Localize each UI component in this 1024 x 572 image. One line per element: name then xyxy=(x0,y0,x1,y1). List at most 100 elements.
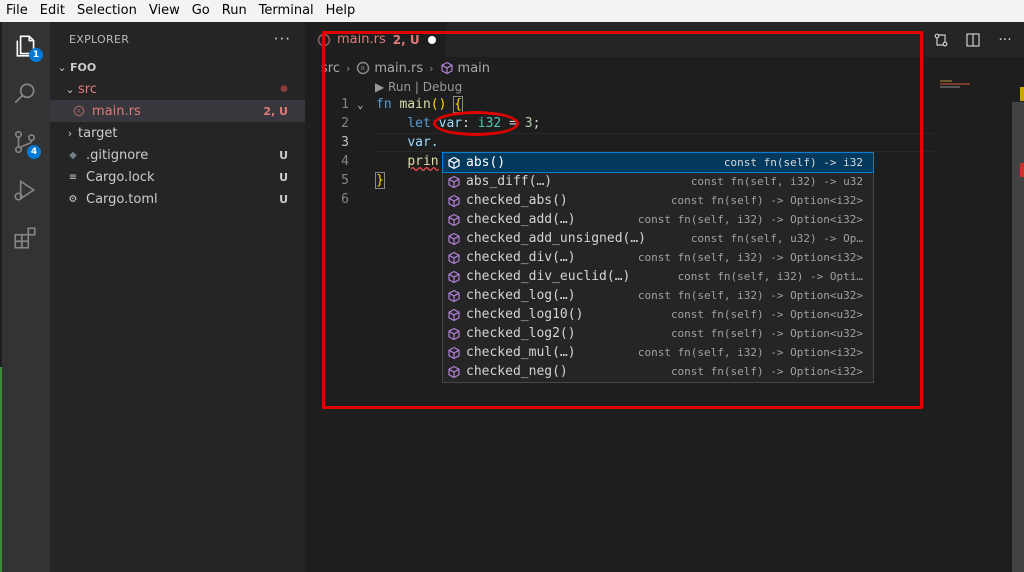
suggestion-item[interactable]: checked_neg() const fn(self) -> Option<i… xyxy=(443,362,873,381)
more-actions-icon[interactable]: ··· xyxy=(274,30,291,48)
fold-chevron-icon[interactable]: ⌄ xyxy=(357,95,364,114)
menu-selection[interactable]: Selection xyxy=(71,0,143,22)
method-cube-icon xyxy=(448,156,460,169)
suggestion-item[interactable]: checked_add_unsigned(…) const fn(self, u… xyxy=(443,229,873,248)
suggestion-label: abs() xyxy=(466,155,506,170)
extensions-activity-button[interactable] xyxy=(0,214,50,262)
suggestion-label: checked_log10() xyxy=(466,307,584,322)
suggestion-item[interactable]: checked_mul(…) const fn(self, i32) -> Op… xyxy=(443,343,873,362)
suggestion-detail: const fn(self) -> Option<u32> xyxy=(670,327,863,340)
breadcrumb-symbol[interactable]: main xyxy=(458,61,490,76)
code-line: 2 let var: i32 = 3; xyxy=(305,114,965,133)
tree-item-label: Cargo.lock xyxy=(86,169,155,185)
tree-item-cargo-lock[interactable]: ≡ Cargo.lock U xyxy=(50,166,305,188)
editor-actions: ··· xyxy=(930,22,1016,57)
suggestion-item[interactable]: abs() const fn(self) -> i32 xyxy=(442,152,874,173)
method-cube-icon xyxy=(448,308,460,321)
split-editor-icon[interactable] xyxy=(962,29,984,51)
method-cube-icon xyxy=(448,289,460,302)
method-cube-icon xyxy=(448,327,460,340)
menu-run[interactable]: Run xyxy=(216,0,253,22)
function-cube-icon xyxy=(440,61,453,75)
method-cube-icon xyxy=(448,175,460,188)
suggestion-item[interactable]: checked_div(…) const fn(self, i32) -> Op… xyxy=(443,248,873,267)
tree-item-main-rs[interactable]: R main.rs 2, U xyxy=(50,100,305,122)
source-control-activity-button[interactable]: 4 xyxy=(0,118,50,166)
suggestion-detail: const fn(self) -> Option<i32> xyxy=(670,194,863,207)
suggestion-label: checked_log(…) xyxy=(466,288,576,303)
suggestion-label: checked_neg() xyxy=(466,364,568,379)
suggestion-item[interactable]: checked_log10() const fn(self) -> Option… xyxy=(443,305,873,324)
scm-badge: 4 xyxy=(27,145,41,159)
suggestion-label: checked_abs() xyxy=(466,193,568,208)
menu-edit[interactable]: Edit xyxy=(34,0,71,22)
explorer-sidebar: EXPLORER ··· ⌄ FOO ⌄ src ● R main.rs 2, … xyxy=(50,22,305,572)
line-number: 4 xyxy=(341,154,349,169)
suggestion-item[interactable]: checked_log2() const fn(self) -> Option<… xyxy=(443,324,873,343)
vertical-scrollbar[interactable] xyxy=(1010,79,1024,572)
codelens-run-debug[interactable]: ▶ Run | Debug xyxy=(375,80,462,94)
run-debug-activity-button[interactable] xyxy=(0,166,50,214)
tree-item-target[interactable]: › target xyxy=(50,122,305,144)
explorer-activity-button[interactable]: 1 xyxy=(0,22,50,70)
folder-root[interactable]: ⌄ FOO xyxy=(50,56,305,78)
suggestion-item[interactable]: checked_div_euclid(…) const fn(self, i32… xyxy=(443,267,873,286)
breadcrumb-file[interactable]: main.rs xyxy=(374,61,423,76)
suggestion-label: checked_log2() xyxy=(466,326,576,341)
menu-go[interactable]: Go xyxy=(186,0,216,22)
tree-item-gitignore[interactable]: ◆ .gitignore U xyxy=(50,144,305,166)
tree-item-src[interactable]: ⌄ src ● xyxy=(50,78,305,100)
error-marker xyxy=(1020,163,1024,177)
tree-item-label: src xyxy=(78,81,97,97)
keyword-let: let xyxy=(407,116,431,131)
colon: : xyxy=(462,116,470,131)
close-brace: } xyxy=(375,172,385,189)
sidebar-header: EXPLORER ··· xyxy=(50,22,305,56)
breadcrumb: src › R main.rs › main xyxy=(305,57,490,79)
more-actions-icon[interactable]: ··· xyxy=(994,29,1016,51)
suggestion-detail: const fn(self, i32) -> Option<i32> xyxy=(637,213,863,226)
parens: () xyxy=(430,97,447,112)
line-number: 2 xyxy=(341,116,349,131)
tree-item-label: main.rs xyxy=(92,103,141,119)
suggestion-item[interactable]: checked_add(…) const fn(self, i32) -> Op… xyxy=(443,210,873,229)
tab-main-rs[interactable]: R main.rs 2, U xyxy=(305,22,446,57)
suggestion-label: abs_diff(…) xyxy=(466,174,553,189)
autocomplete-suggest-widget: abs() const fn(self) -> i32 abs_diff(…) … xyxy=(442,152,874,383)
open-changes-icon[interactable] xyxy=(930,29,952,51)
tree-item-label: .gitignore xyxy=(86,147,149,163)
typed-text: var. xyxy=(407,135,439,150)
type-hint: i32 xyxy=(477,116,502,131)
chevron-down-icon: ⌄ xyxy=(65,82,75,96)
extensions-icon xyxy=(14,227,36,249)
line-number: 5 xyxy=(341,173,349,188)
line-number: 3 xyxy=(341,135,349,150)
suggestion-label: checked_div(…) xyxy=(466,250,576,265)
minimap[interactable] xyxy=(940,79,1010,119)
breadcrumb-src[interactable]: src xyxy=(321,61,340,76)
menu-view[interactable]: View xyxy=(143,0,186,22)
chevron-right-icon: › xyxy=(67,126,73,140)
menu-bar: File Edit Selection View Go Run Terminal… xyxy=(0,0,1024,22)
search-activity-button[interactable] xyxy=(0,70,50,118)
suggestion-label: checked_add(…) xyxy=(466,212,576,227)
activity-bar: 1 4 xyxy=(0,22,50,572)
svg-text:R: R xyxy=(361,66,365,73)
suggestion-item[interactable]: checked_log(…) const fn(self, i32) -> Op… xyxy=(443,286,873,305)
chevron-down-icon: ⌄ xyxy=(57,60,67,74)
unsaved-dot-icon[interactable] xyxy=(428,35,436,44)
tree-item-cargo-toml[interactable]: ⚙ Cargo.toml U xyxy=(50,188,305,210)
untracked-status: U xyxy=(279,170,288,184)
rust-file-icon: R xyxy=(72,104,86,118)
git-file-icon: ◆ xyxy=(69,149,77,161)
suggestion-item[interactable]: abs_diff(…) const fn(self, i32) -> u32 xyxy=(443,172,873,191)
menu-help[interactable]: Help xyxy=(320,0,362,22)
menu-terminal[interactable]: Terminal xyxy=(253,0,320,22)
rust-file-icon: R xyxy=(357,61,370,75)
suggestion-detail: const fn(self) -> Option<i32> xyxy=(670,365,863,378)
chevron-right-icon: › xyxy=(345,61,351,75)
untracked-status: U xyxy=(279,148,288,162)
menu-file[interactable]: File xyxy=(0,0,34,22)
method-cube-icon xyxy=(448,270,460,283)
suggestion-item[interactable]: checked_abs() const fn(self) -> Option<i… xyxy=(443,191,873,210)
